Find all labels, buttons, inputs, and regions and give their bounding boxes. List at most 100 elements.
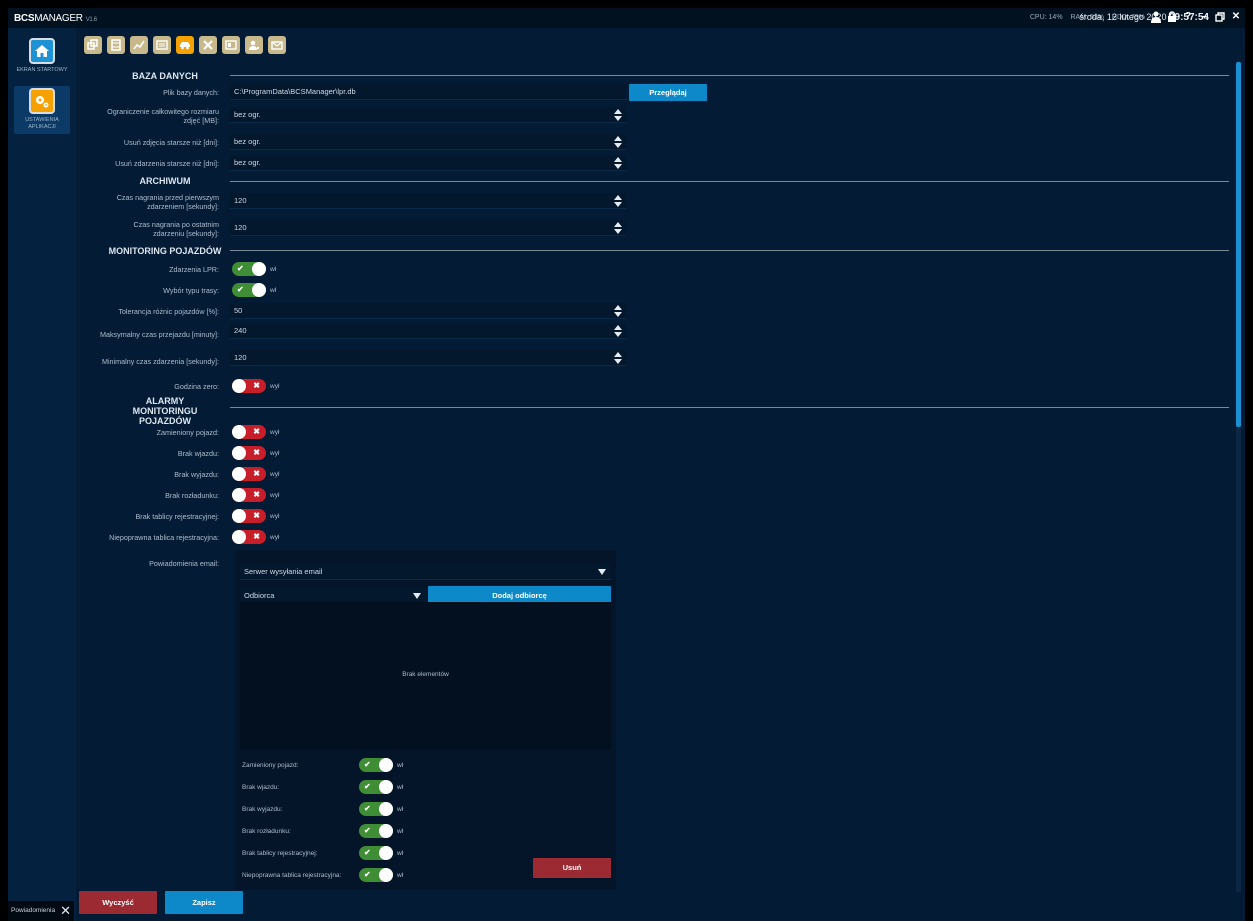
- check-icon: ✔: [364, 760, 371, 769]
- spinner-icon[interactable]: [614, 305, 622, 317]
- mail-icon[interactable]: [268, 36, 286, 54]
- delete-photos-field[interactable]: bez ogr.: [230, 134, 626, 150]
- record-before-field[interactable]: 120: [230, 193, 626, 209]
- toggle-state: wł: [397, 806, 404, 813]
- toggle-state: wył: [270, 534, 280, 541]
- lpr-events-toggle[interactable]: ✔: [232, 262, 266, 276]
- x-icon: ✖: [253, 427, 260, 436]
- clear-button[interactable]: Wyczyść: [79, 891, 157, 914]
- spinner-icon[interactable]: [614, 195, 622, 207]
- min-time-label: Minimalny czas zdarzenia [sekundy]:: [101, 357, 219, 366]
- toggle-state: wył: [270, 513, 280, 520]
- record-after-field[interactable]: 120: [230, 220, 626, 236]
- spinner-icon[interactable]: [614, 325, 622, 337]
- sidebar-item-settings[interactable]: USTAWIENIA APLIKACJI: [14, 86, 70, 134]
- hour-zero-toggle[interactable]: ✖: [232, 379, 266, 393]
- db-file-label: Plik bazy danych:: [163, 88, 219, 97]
- toggle-state: wł: [397, 850, 404, 857]
- windows-icon[interactable]: [84, 36, 102, 54]
- app-version: V1.6: [85, 17, 97, 23]
- max-time-value: 240: [234, 326, 247, 335]
- email-no-unload-toggle[interactable]: ✔: [359, 824, 393, 838]
- section-title-monitoring: MONITORING POJAZDÓW: [108, 246, 222, 256]
- email-bad-plate-toggle[interactable]: ✔: [359, 868, 393, 882]
- close-icon[interactable]: ✕: [1231, 11, 1241, 23]
- section-divider: [230, 181, 1229, 182]
- alarm-no-plate-toggle[interactable]: ✖: [232, 509, 266, 523]
- delete-recipient-button[interactable]: Usuń: [533, 858, 611, 878]
- check-icon: ✔: [364, 804, 371, 813]
- minimize-icon[interactable]: –: [1199, 11, 1209, 23]
- spinner-icon[interactable]: [614, 136, 622, 148]
- email-no-plate-toggle[interactable]: ✔: [359, 846, 393, 860]
- x-icon: ✖: [253, 381, 260, 390]
- toggle-state: wył: [270, 429, 280, 436]
- alarm-no-entry-toggle[interactable]: ✖: [232, 446, 266, 460]
- list-icon[interactable]: [153, 36, 171, 54]
- delete-photos-value: bez ogr.: [234, 137, 261, 146]
- tools-icon[interactable]: [199, 36, 217, 54]
- route-type-label: Wybór typu trasy:: [163, 286, 219, 295]
- scrollbar-thumb[interactable]: [1236, 62, 1241, 427]
- lpr-events-label: Zdarzenia LPR:: [169, 265, 219, 274]
- spinner-icon[interactable]: [614, 352, 622, 364]
- record-before-label: Czas nagrania przed pierwszym zdarzeniem…: [116, 193, 219, 211]
- browse-button[interactable]: Przeglądaj: [629, 84, 707, 101]
- spinner-icon[interactable]: [614, 109, 622, 121]
- toggle-state: wł: [397, 828, 404, 835]
- alarm-label: Brak rozładunku:: [165, 491, 219, 500]
- recipient-value: Odbiorca: [244, 591, 275, 600]
- x-icon: ✖: [253, 469, 260, 478]
- section-divider: [230, 75, 1229, 76]
- recipient-list: Brak elementów: [240, 602, 611, 750]
- min-time-field[interactable]: 120: [230, 350, 626, 366]
- size-limit-field[interactable]: bez ogr.: [230, 107, 626, 123]
- spinner-icon[interactable]: [614, 157, 622, 169]
- user-icon[interactable]: [1151, 11, 1161, 23]
- user-key-icon[interactable]: [245, 36, 263, 54]
- email-no-exit-toggle[interactable]: ✔: [359, 802, 393, 816]
- check-icon: ✔: [364, 782, 371, 791]
- gears-icon: [29, 88, 55, 114]
- toggle-state: wł: [270, 266, 277, 273]
- empty-list-text: Brak elementów: [402, 671, 449, 678]
- tolerance-field[interactable]: 50: [230, 303, 626, 319]
- scrollbar[interactable]: [1236, 62, 1241, 892]
- db-file-field[interactable]: C:\ProgramData\BCSManager\lpr.db: [230, 84, 626, 100]
- smtp-server-select[interactable]: Serwer wysyłania email: [240, 564, 611, 580]
- sidebar: EKRAN STARTOWY USTAWIENIA APLIKACJI: [8, 28, 76, 921]
- toggle-state: wył: [270, 471, 280, 478]
- notifications-label: Powiadomienia: [11, 907, 56, 914]
- db-file-value: C:\ProgramData\BCSManager\lpr.db: [234, 87, 356, 96]
- car-icon[interactable]: [176, 36, 194, 54]
- alarm-no-exit-toggle[interactable]: ✖: [232, 467, 266, 481]
- lock-icon[interactable]: [1167, 11, 1177, 23]
- close-notifications-icon[interactable]: ✕: [60, 901, 71, 921]
- toolbar: [84, 36, 286, 54]
- email-no-entry-toggle[interactable]: ✔: [359, 780, 393, 794]
- delete-events-field[interactable]: bez ogr.: [230, 155, 626, 171]
- max-time-field[interactable]: 240: [230, 323, 626, 339]
- alarm-no-unload-toggle[interactable]: ✖: [232, 488, 266, 502]
- chart-icon[interactable]: [130, 36, 148, 54]
- help-icon[interactable]: ?: [1183, 11, 1193, 23]
- app-logo: BCSMANAGER V1.6: [14, 13, 97, 24]
- route-type-toggle[interactable]: ✔: [232, 283, 266, 297]
- panel-icon[interactable]: [222, 36, 240, 54]
- email-alarm-label: Niepoprawna tablica rejestracyjna:: [242, 872, 342, 879]
- size-limit-value: bez ogr.: [234, 110, 261, 119]
- tolerance-value: 50: [234, 306, 243, 315]
- film-icon[interactable]: [107, 36, 125, 54]
- check-icon: ✔: [364, 826, 371, 835]
- toggle-state: wł: [270, 287, 277, 294]
- sidebar-item-home[interactable]: EKRAN STARTOWY: [14, 38, 70, 74]
- alarm-swapped-toggle[interactable]: ✖: [232, 425, 266, 439]
- brand-bold: BCS: [14, 13, 35, 24]
- alarm-bad-plate-toggle[interactable]: ✖: [232, 530, 266, 544]
- save-button[interactable]: Zapisz: [165, 891, 243, 914]
- spinner-icon[interactable]: [614, 222, 622, 234]
- email-notifications-label: Powiadomienia email:: [149, 559, 219, 568]
- restore-icon[interactable]: [1215, 11, 1225, 23]
- notifications-tab[interactable]: Powiadomienia ✕: [8, 901, 74, 921]
- email-swapped-toggle[interactable]: ✔: [359, 758, 393, 772]
